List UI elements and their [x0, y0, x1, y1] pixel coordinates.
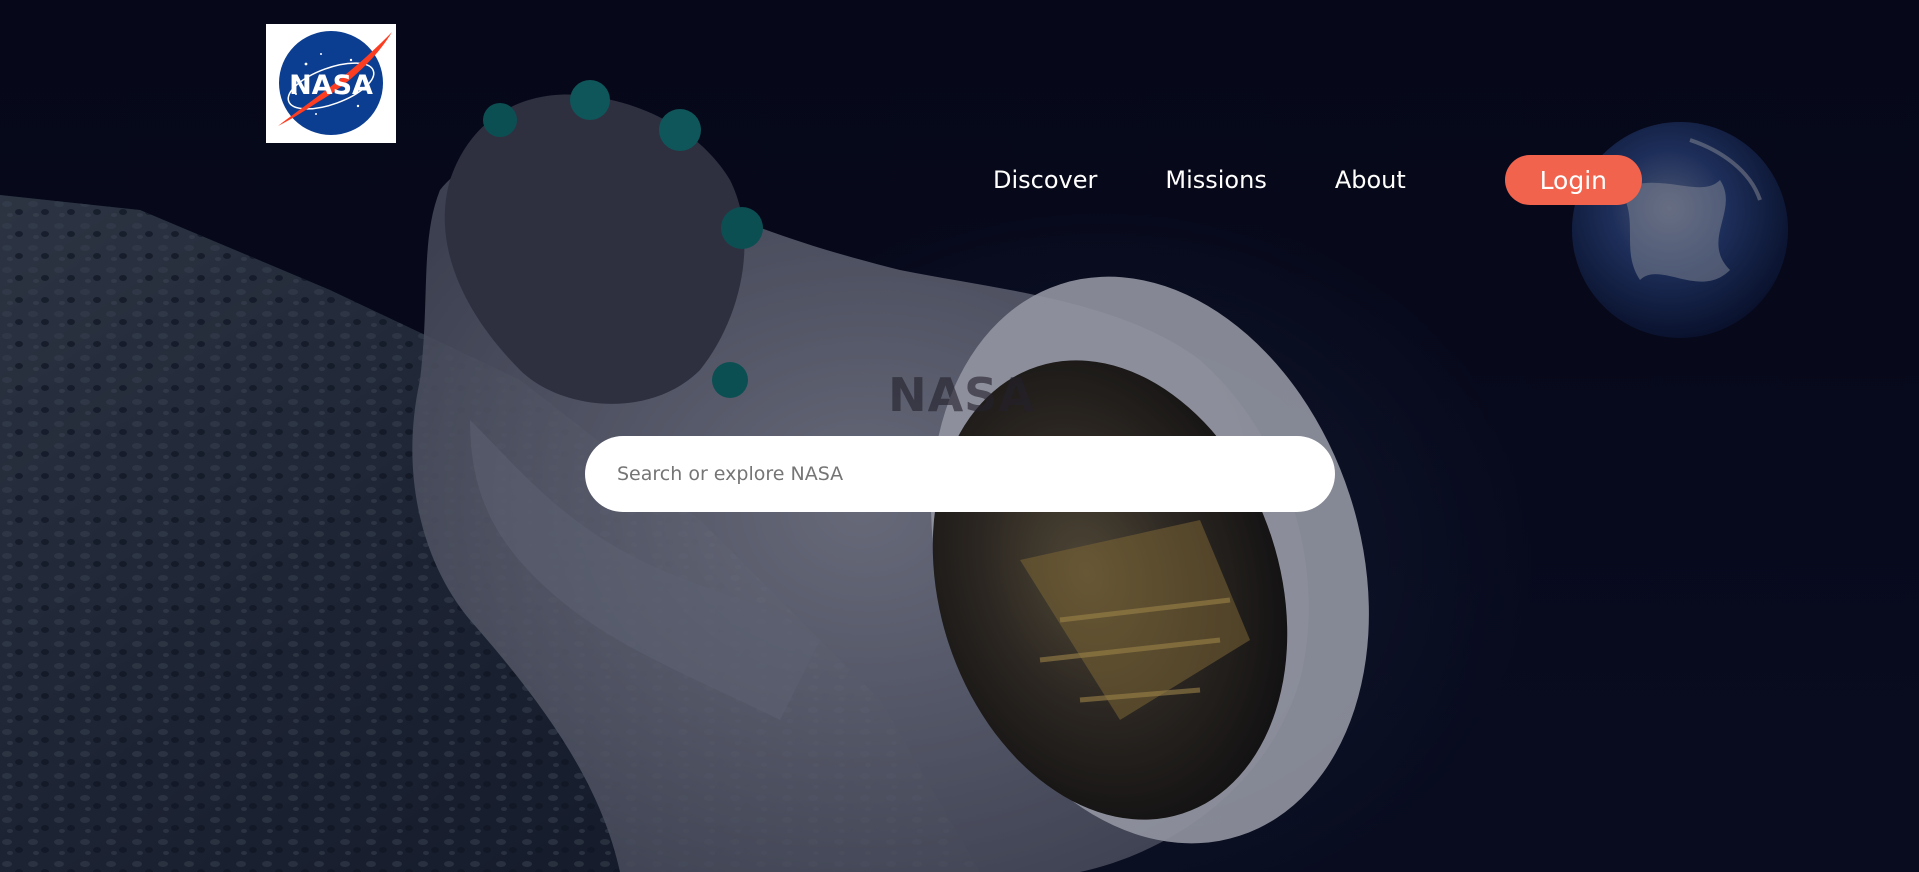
main-nav: Discover Missions About Login — [993, 155, 1642, 205]
search-input[interactable] — [585, 462, 1299, 486]
logo-text: NASA — [289, 70, 373, 101]
hero-heading-text: NASA — [888, 368, 1035, 422]
search-bar[interactable] — [585, 436, 1335, 512]
nasa-meatball-icon: NASA — [278, 31, 392, 135]
login-button[interactable]: Login — [1504, 155, 1642, 205]
nav-link-about[interactable]: About — [1335, 166, 1406, 194]
nasa-logo[interactable]: NASA — [266, 24, 396, 143]
hero-section: NASA Discover Missions About Login NASA — [0, 0, 1919, 872]
hero-heading: NASA — [0, 368, 1919, 422]
nav-link-discover[interactable]: Discover — [993, 166, 1097, 194]
nav-link-missions[interactable]: Missions — [1165, 166, 1266, 194]
